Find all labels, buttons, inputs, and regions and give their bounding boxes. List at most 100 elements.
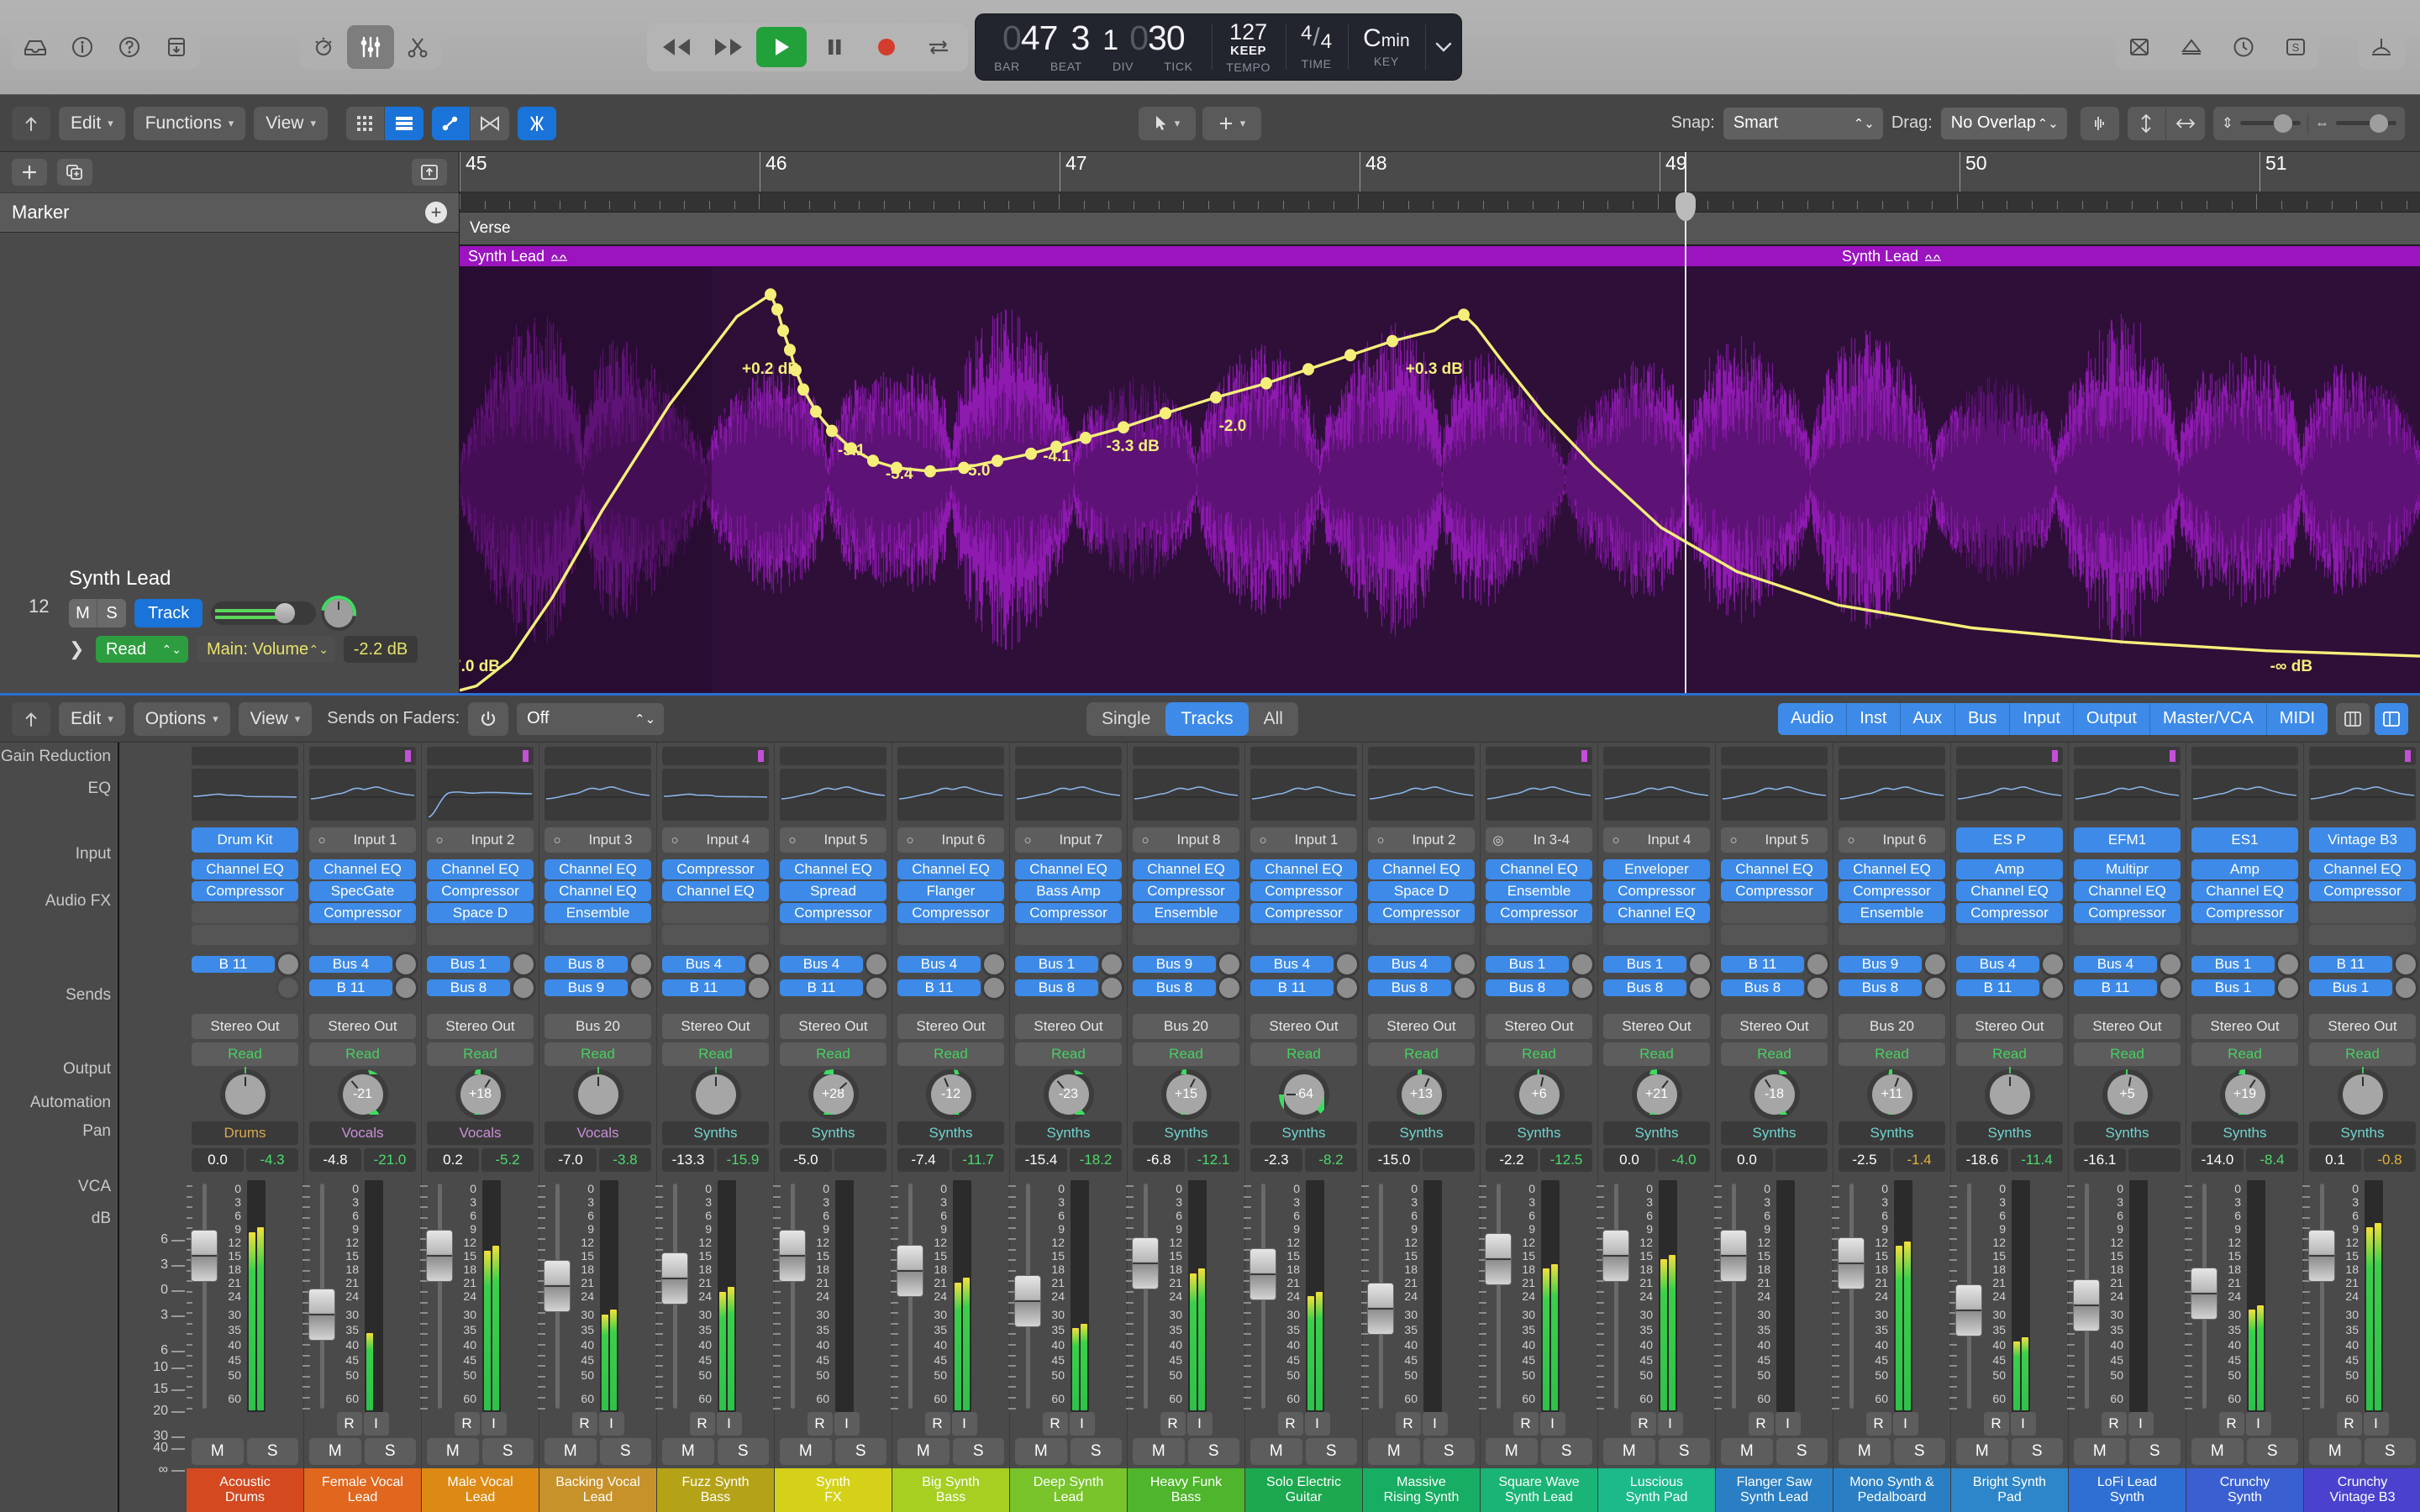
send-level-knob[interactable] (984, 978, 1004, 998)
mixer-filter-midi[interactable]: MIDI (2267, 703, 2328, 735)
input-name[interactable]: Input 4 (687, 827, 769, 853)
record-enable-button[interactable]: R (454, 1412, 480, 1436)
send-slot[interactable]: Bus 1 (1603, 956, 1686, 973)
record-enable-button[interactable]: R (1748, 1412, 1774, 1436)
input-format-icon[interactable]: ○ (1368, 827, 1393, 853)
output-slot[interactable]: Stereo Out (1721, 1014, 1828, 1039)
fader-track[interactable] (420, 1180, 453, 1412)
fader-track[interactable] (1244, 1180, 1276, 1412)
fader-handle[interactable] (544, 1259, 571, 1312)
solo-button[interactable]: S (2364, 1438, 2416, 1465)
solo-button[interactable]: S (599, 1438, 651, 1465)
mute-button[interactable]: M (2191, 1438, 2244, 1465)
peak-db-value[interactable]: -8.2 (1305, 1148, 1357, 1172)
output-slot[interactable]: Stereo Out (2309, 1014, 2416, 1039)
input-name[interactable]: Input 5 (805, 827, 886, 853)
peak-db-value[interactable]: -4.0 (1658, 1148, 1710, 1172)
input-format-icon[interactable]: ○ (1603, 827, 1628, 853)
horizontal-zoom-slider[interactable] (2336, 114, 2396, 133)
audio-fx-slot[interactable]: Channel EQ (544, 859, 651, 879)
audio-fx-slot[interactable]: Compressor (1133, 881, 1239, 901)
solo-button[interactable]: S (1540, 1438, 1592, 1465)
input-slot[interactable]: ○ Input 7 (1015, 827, 1122, 853)
send-level-knob[interactable] (2278, 954, 2298, 974)
output-slot[interactable]: Stereo Out (1368, 1014, 1475, 1039)
vca-slot[interactable]: Synths (1721, 1121, 1828, 1145)
audio-fx-empty-slot[interactable] (192, 903, 298, 923)
input-slot[interactable]: Drum Kit (192, 827, 298, 853)
pan-knob[interactable]: +28 (808, 1069, 859, 1120)
record-enable-button[interactable]: R (1277, 1412, 1303, 1436)
audio-fx-slot[interactable]: Channel EQ (544, 881, 651, 901)
audio-fx-slot[interactable]: Channel EQ (1603, 903, 1710, 923)
fader-handle[interactable] (308, 1288, 335, 1341)
input-monitor-button[interactable]: I (481, 1412, 507, 1436)
audio-fx-empty-slot[interactable] (1603, 925, 1710, 945)
output-slot[interactable]: Stereo Out (192, 1014, 298, 1039)
send-level-knob[interactable] (1572, 954, 1592, 974)
fader-db-value[interactable]: 0.0 (1603, 1148, 1655, 1172)
input-format-icon[interactable]: ○ (1015, 827, 1040, 853)
vca-slot[interactable]: Synths (1368, 1121, 1475, 1145)
input-monitor-button[interactable]: I (951, 1412, 977, 1436)
send-slot[interactable]: B 11 (897, 979, 981, 996)
channel-name-plate[interactable]: Acoustic Drums (187, 1468, 303, 1512)
track-volume-slider[interactable] (211, 601, 317, 625)
pan-knob[interactable]: +15 (1160, 1069, 1212, 1120)
input-monitor-button[interactable]: I (1186, 1412, 1213, 1436)
channel-name-plate[interactable]: LoFi Lead Synth (2069, 1468, 2186, 1512)
fader-track[interactable] (1714, 1180, 1747, 1412)
automation-mode-button[interactable]: Read (1486, 1042, 1592, 1066)
input-name[interactable]: Input 7 (1040, 827, 1122, 853)
automation-mode-button[interactable]: Read (897, 1042, 1004, 1066)
send-level-knob[interactable] (1337, 978, 1357, 998)
vca-slot[interactable]: Synths (1486, 1121, 1592, 1145)
track-button[interactable]: Track (134, 599, 203, 627)
solo-button[interactable]: S (1423, 1438, 1475, 1465)
input-slot[interactable]: ◎ In 3-4 (1486, 827, 1592, 853)
eq-thumbnail[interactable] (544, 769, 651, 821)
mixer-menu-options[interactable]: Options ▾ (133, 701, 230, 736)
send-slot[interactable]: Bus 9 (544, 979, 628, 996)
send-level-knob[interactable] (2396, 954, 2416, 974)
input-format-icon[interactable]: ○ (544, 827, 570, 853)
cycle-icon[interactable] (914, 27, 963, 67)
channel-strip[interactable]: ○ Input 4 Enveloper Compressor Channel EQ Bus… (1597, 743, 1716, 1512)
input-name[interactable]: Drum Kit (192, 827, 298, 853)
solo-button[interactable]: S (246, 1438, 298, 1465)
channel-name-plate[interactable]: Backing Vocal Lead (539, 1468, 656, 1512)
fader-db-value[interactable]: -2.5 (1839, 1148, 1891, 1172)
send-slot[interactable]: Bus 4 (1250, 956, 1334, 973)
record-enable-button[interactable]: R (1983, 1412, 2009, 1436)
input-slot[interactable]: ES P (1956, 827, 2063, 853)
send-slot[interactable]: B 11 (1956, 979, 2039, 996)
channel-strip[interactable]: ○ Input 5 Channel EQ Spread Compressor Bus 4B… (773, 743, 892, 1512)
input-format-icon[interactable]: ○ (897, 827, 923, 853)
mute-button[interactable]: M (192, 1438, 244, 1465)
marker-track-header[interactable]: Marker + (0, 192, 459, 233)
channel-name-plate[interactable]: Deep Synth Lead (1010, 1468, 1127, 1512)
audio-fx-slot[interactable]: Channel EQ (897, 859, 1004, 879)
channel-name-plate[interactable]: Fuzz Synth Bass (657, 1468, 774, 1512)
send-level-knob[interactable] (1925, 978, 1945, 998)
channel-name-plate[interactable]: Luscious Synth Pad (1598, 1468, 1715, 1512)
fader-handle[interactable] (1014, 1275, 1041, 1327)
audio-fx-empty-slot[interactable] (1721, 925, 1828, 945)
audio-fx-slot[interactable]: Channel EQ (1956, 881, 2063, 901)
audio-fx-slot[interactable]: Channel EQ (1250, 859, 1357, 879)
send-slot[interactable]: Bus 8 (1486, 979, 1569, 996)
fader-handle[interactable] (1249, 1248, 1276, 1301)
automation-mode-button[interactable]: Read (427, 1042, 534, 1066)
loops-browser-icon[interactable] (2168, 25, 2215, 69)
audio-fx-slot[interactable]: Compressor (192, 881, 298, 901)
audio-fx-slot[interactable]: Bass Amp (1015, 881, 1122, 901)
audio-region[interactable]: Synth Lead Synth Lead +0.2 dB -5.1 -5.4 -5.… (460, 246, 2420, 693)
fader-track[interactable] (1008, 1180, 1041, 1412)
mute-button[interactable]: M (1956, 1438, 2008, 1465)
play-icon[interactable] (756, 27, 807, 67)
audio-fx-slot[interactable]: Space D (427, 903, 534, 923)
pointer-tool-icon[interactable] (431, 106, 471, 140)
send-slot[interactable]: Bus 8 (427, 979, 510, 996)
send-slot[interactable]: B 11 (309, 979, 392, 996)
peak-db-value[interactable]: -3.8 (599, 1148, 651, 1172)
